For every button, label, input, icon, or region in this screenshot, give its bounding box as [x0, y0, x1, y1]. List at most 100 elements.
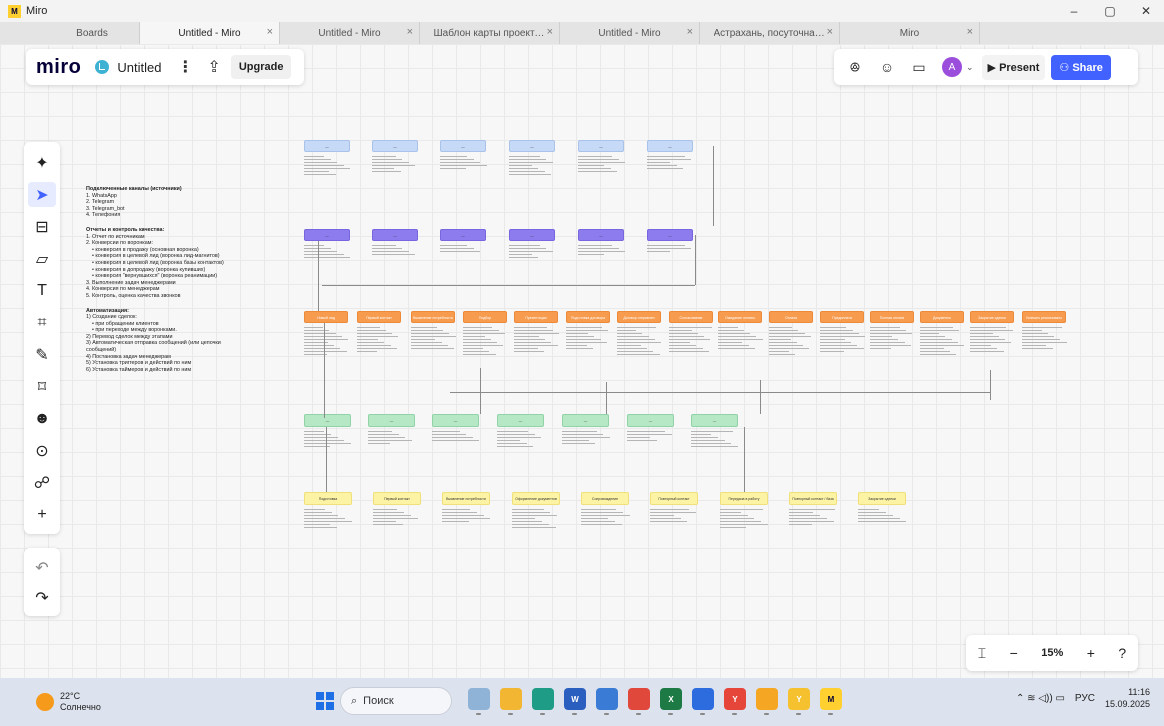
yellow-stage-card[interactable]: Повторный контакт / база	[789, 492, 837, 505]
stage-description[interactable]	[304, 509, 356, 530]
orange-stage-card[interactable]: Подбор	[463, 311, 507, 323]
pen-icon[interactable]: ✎	[28, 342, 56, 367]
stage-description[interactable]	[789, 509, 841, 527]
connector-line[interactable]	[606, 382, 607, 414]
taskbar-search[interactable]: ⌕ Поиск	[340, 687, 452, 715]
weather-widget[interactable]: 22°C Солнечно	[36, 691, 101, 713]
close-window-button[interactable]: ✕	[1128, 0, 1164, 22]
orange-stage-card[interactable]: Первый контакт	[357, 311, 401, 323]
reactions-icon[interactable]: ꔮ	[842, 54, 868, 80]
chrome-icon[interactable]	[756, 688, 778, 715]
connector-icon[interactable]: ☍	[28, 470, 56, 495]
yellow-stage-card[interactable]: Подготовка	[304, 492, 352, 505]
connector-line[interactable]	[760, 380, 761, 414]
purple-stage-card[interactable]: —	[509, 229, 555, 241]
stage-description[interactable]	[509, 245, 559, 260]
maximize-button[interactable]: ▢	[1092, 0, 1128, 22]
tab-6[interactable]: Miro ×	[840, 22, 980, 44]
green-stage-card[interactable]: —	[304, 414, 351, 427]
chat-app-icon[interactable]	[628, 688, 650, 715]
stage-description[interactable]	[514, 327, 562, 354]
green-stage-card[interactable]: —	[562, 414, 609, 427]
orange-stage-card[interactable]: Договор отправлен	[617, 311, 661, 323]
select-cursor-icon[interactable]: ➤	[28, 182, 56, 207]
redo-icon[interactable]: ↷	[28, 586, 56, 609]
orange-stage-card[interactable]: Согласование	[669, 311, 713, 323]
stage-description[interactable]	[581, 509, 633, 527]
edge-browser-icon[interactable]	[532, 688, 554, 715]
connector-line[interactable]	[990, 370, 991, 400]
export-icon[interactable]: ⇪	[207, 57, 220, 77]
stage-description[interactable]	[562, 431, 613, 446]
stage-description[interactable]	[304, 327, 352, 357]
miro-taskbar-icon[interactable]: M	[820, 688, 842, 715]
sticky-note-icon[interactable]: ▱	[28, 246, 56, 271]
excel-icon[interactable]: X	[660, 688, 682, 715]
shapes-icon[interactable]: ⌗	[28, 310, 56, 335]
blue-stage-card[interactable]: —	[304, 140, 350, 152]
purple-stage-card[interactable]: —	[440, 229, 486, 241]
photos-icon[interactable]	[596, 688, 618, 715]
orange-stage-card[interactable]: Предоплата	[820, 311, 864, 323]
note-block[interactable]: Автоматизация: 1) Создание сделок: • при о…	[86, 308, 236, 374]
stage-description[interactable]	[463, 327, 511, 357]
stage-description[interactable]	[870, 327, 918, 351]
tab-close-icon[interactable]: ×	[267, 26, 273, 38]
stage-description[interactable]	[566, 327, 614, 351]
stage-description[interactable]	[512, 509, 564, 530]
zoom-app-icon[interactable]	[692, 688, 714, 715]
yellow-stage-card[interactable]: Повторный контакт	[650, 492, 698, 505]
blue-stage-card[interactable]: —	[372, 140, 418, 152]
green-stage-card[interactable]: —	[432, 414, 479, 427]
stage-description[interactable]	[372, 245, 422, 257]
connector-line[interactable]	[322, 285, 695, 286]
stage-description[interactable]	[769, 327, 817, 357]
connector-line[interactable]	[318, 241, 319, 311]
comments-icon[interactable]: ☺	[874, 54, 900, 80]
tab-3[interactable]: Шаблон карты проекта, ... ×	[420, 22, 560, 44]
stage-description[interactable]	[858, 509, 910, 524]
stage-description[interactable]	[691, 431, 742, 449]
fit-to-screen-icon[interactable]: ⌶	[978, 645, 986, 662]
orange-stage-card[interactable]: Документы	[920, 311, 964, 323]
templates-icon[interactable]: ⊟	[28, 214, 56, 239]
purple-stage-card[interactable]: —	[578, 229, 624, 241]
orange-stage-card[interactable]: Полная оплата	[870, 311, 914, 323]
orange-stage-card[interactable]: Новый лид	[304, 311, 348, 323]
green-stage-card[interactable]: —	[368, 414, 415, 427]
stage-description[interactable]	[497, 431, 548, 449]
stage-description[interactable]	[650, 509, 702, 524]
board-name[interactable]: Untitled	[117, 60, 161, 75]
stage-description[interactable]	[304, 245, 354, 260]
stage-description[interactable]	[442, 509, 494, 524]
stage-description[interactable]	[647, 156, 697, 171]
note-block[interactable]: Подключенные каналы (источники) 1. WhatsA…	[86, 186, 236, 219]
file-explorer-icon[interactable]	[500, 688, 522, 715]
purple-stage-card[interactable]: —	[647, 229, 693, 241]
tab-close-icon[interactable]: ×	[547, 26, 553, 38]
board-canvas[interactable]: Подключенные каналы (источники) 1. WhatsA…	[0, 44, 1164, 678]
stage-description[interactable]	[373, 509, 425, 527]
stage-description[interactable]	[440, 156, 490, 171]
green-stage-card[interactable]: —	[497, 414, 544, 427]
board-text-notes[interactable]: Подключенные каналы (источники) 1. WhatsA…	[86, 186, 236, 381]
text-tool-icon[interactable]: T	[28, 278, 56, 303]
frame-icon[interactable]: ⌑	[28, 374, 56, 399]
video-call-icon[interactable]: ▭	[906, 54, 932, 80]
stage-description[interactable]	[357, 327, 405, 354]
stage-description[interactable]	[669, 327, 717, 354]
stage-description[interactable]	[368, 431, 419, 446]
stage-description[interactable]	[970, 327, 1018, 354]
connector-line[interactable]	[450, 392, 990, 393]
tab-1[interactable]: Untitled - Miro ×	[140, 22, 280, 44]
orange-stage-card[interactable]: Закрытие сделки	[970, 311, 1014, 323]
tab-2[interactable]: Untitled - Miro ×	[280, 22, 420, 44]
zoom-in-button[interactable]: +	[1087, 645, 1095, 661]
blue-stage-card[interactable]: —	[440, 140, 486, 152]
connector-line[interactable]	[326, 427, 327, 492]
connector-line[interactable]	[324, 323, 325, 418]
stage-description[interactable]	[304, 156, 354, 177]
tab-5[interactable]: Астрахань, посуточная а... ×	[700, 22, 840, 44]
connector-line[interactable]	[480, 368, 481, 414]
start-button[interactable]	[316, 692, 334, 710]
